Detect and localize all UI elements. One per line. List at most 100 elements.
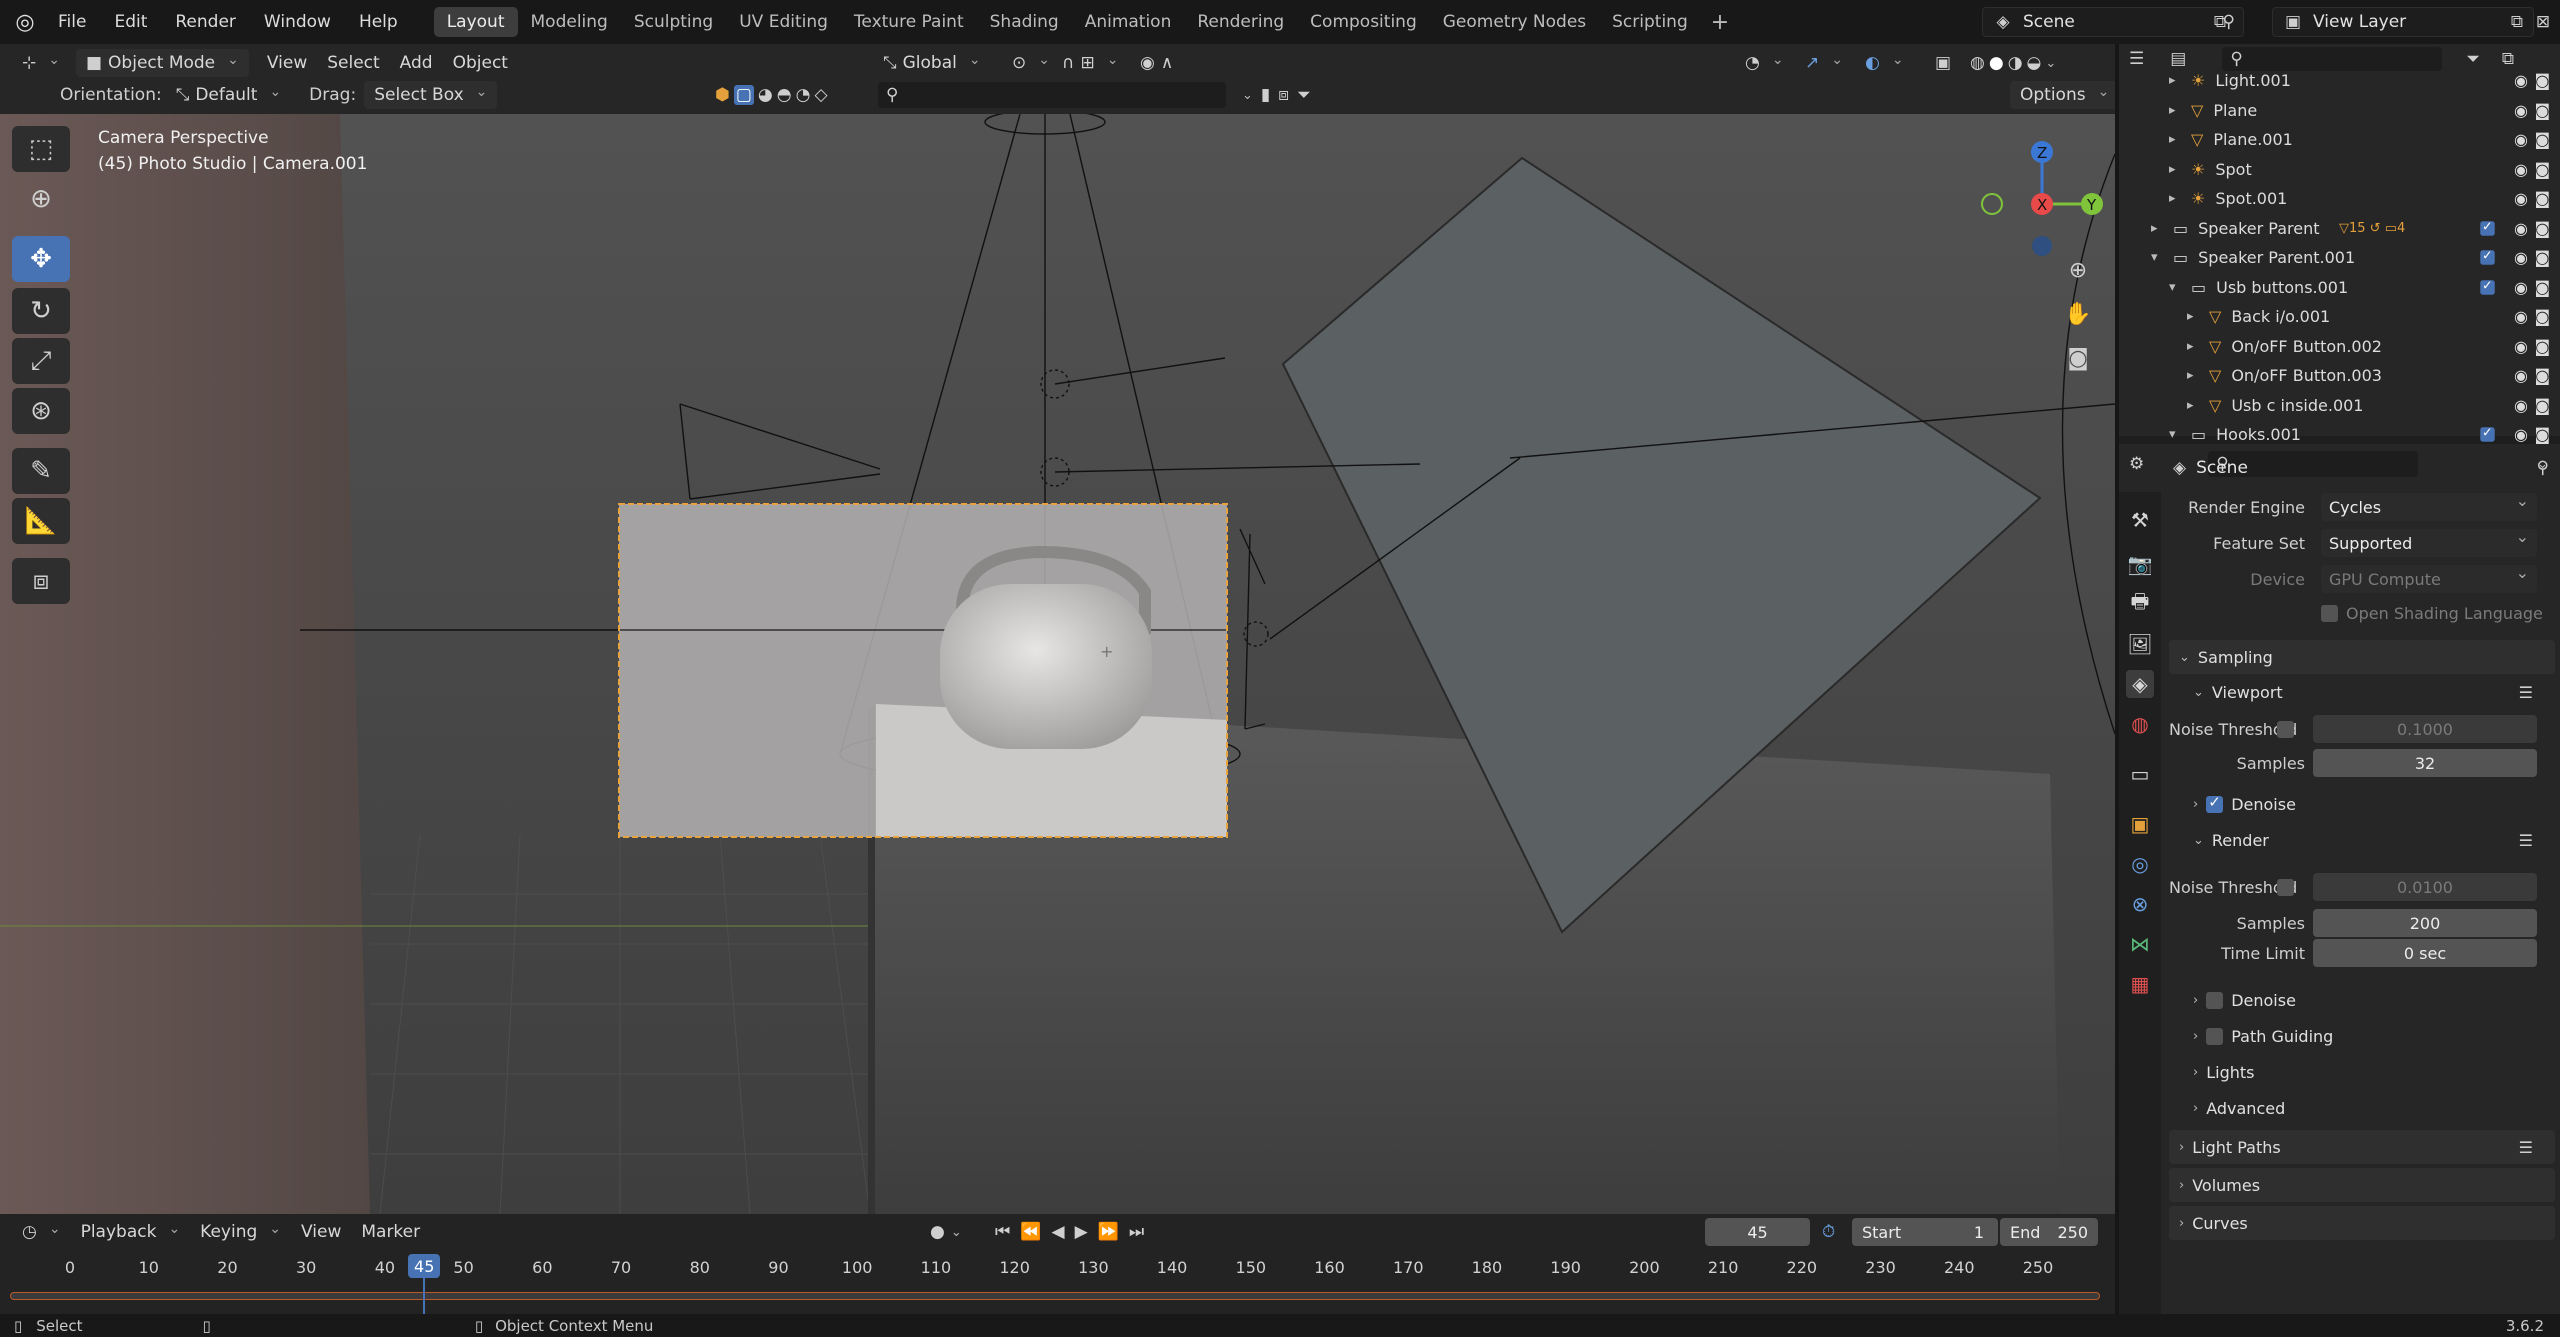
time-limit-field[interactable]: 0 sec bbox=[2313, 939, 2537, 967]
tab-compositing[interactable]: Compositing bbox=[1297, 7, 1430, 37]
tab-sculpting[interactable]: Sculpting bbox=[621, 7, 726, 37]
object-tab[interactable]: ▣ bbox=[2126, 810, 2154, 838]
tool-tab[interactable]: ⚒ bbox=[2126, 506, 2154, 534]
outliner-item[interactable]: ▸ ☀ Spot ◉ ◙ bbox=[2119, 155, 2560, 184]
pin-icon[interactable]: ⚲ bbox=[2537, 458, 2549, 478]
expand-arrow-icon[interactable]: ▾ bbox=[2151, 250, 2167, 265]
chevron-down-icon[interactable]: ⌄ bbox=[1242, 88, 1253, 103]
advanced-subpanel-header[interactable]: › Advanced bbox=[2169, 1092, 2555, 1124]
overlays-toggle[interactable]: ◐ bbox=[1855, 49, 1914, 77]
expand-arrow-icon[interactable]: ▸ bbox=[2169, 103, 2185, 118]
texture-tab[interactable]: ▦ bbox=[2126, 970, 2154, 998]
snap-button[interactable]: ∩ ⊞ bbox=[1052, 49, 1128, 77]
eye-icon[interactable]: ◉ bbox=[2514, 219, 2528, 238]
eye-icon[interactable]: ◉ bbox=[2514, 425, 2528, 444]
expand-arrow-icon[interactable]: ▾ bbox=[2169, 280, 2185, 295]
outliner-item[interactable]: ▸ ▽ Plane ◉ ◙ bbox=[2119, 96, 2560, 125]
osl-checkbox[interactable] bbox=[2321, 604, 2338, 622]
navigation-gizmo[interactable]: Z Y X bbox=[1970, 128, 2110, 268]
presets-list-icon[interactable]: ☰ bbox=[2519, 1138, 2533, 1157]
output-tab[interactable]: 🖶 bbox=[2126, 589, 2154, 618]
measure-tool[interactable]: 📐 bbox=[12, 498, 70, 544]
properties-editor-icon[interactable]: ⚙ bbox=[2129, 454, 2144, 474]
menu-edit[interactable]: Edit bbox=[100, 0, 161, 44]
transform-tool[interactable]: ⊛ bbox=[12, 388, 70, 434]
camera-render-icon[interactable]: ◙ bbox=[2534, 366, 2550, 385]
3d-viewport[interactable]: + ⬚ ⊕ ✥ ↻ ⤢ ⊛ ✎ 📐 ⧈ Camera Perspective (… bbox=[0, 114, 2115, 1214]
exclude-checkbox[interactable] bbox=[2480, 277, 2495, 295]
light-paths-panel-header[interactable]: › Light Paths ☰ bbox=[2169, 1130, 2555, 1164]
blender-logo-icon[interactable]: ◎ bbox=[6, 0, 44, 44]
lights-subpanel-header[interactable]: › Lights bbox=[2169, 1056, 2555, 1088]
volumes-panel-header[interactable]: › Volumes bbox=[2169, 1168, 2555, 1202]
eye-icon[interactable]: ◉ bbox=[2514, 189, 2528, 208]
camera-render-icon[interactable]: ◙ bbox=[2534, 337, 2550, 356]
expand-arrow-icon[interactable]: ▾ bbox=[2169, 427, 2185, 442]
gizmo-toggle[interactable]: ↗ bbox=[1795, 49, 1853, 77]
collection-filter-icon[interactable]: ⧈ bbox=[1278, 85, 1289, 105]
expand-arrow-icon[interactable]: ▸ bbox=[2169, 191, 2185, 206]
scene-tab[interactable]: ◈ bbox=[2126, 670, 2154, 698]
wireframe-shading-icon[interactable]: ◍ bbox=[1970, 53, 1985, 73]
filter-icon[interactable]: ⏷ bbox=[1297, 85, 1311, 105]
expand-arrow-icon[interactable]: ▸ bbox=[2151, 221, 2167, 236]
view-layer-tab[interactable]: 🖼 bbox=[2126, 630, 2154, 658]
expand-arrow-icon[interactable]: ▸ bbox=[2169, 132, 2185, 147]
menu-window[interactable]: Window bbox=[250, 0, 345, 44]
sampling-panel-header[interactable]: ⌄ Sampling bbox=[2169, 640, 2555, 674]
drag-dropdown[interactable]: Select Box bbox=[364, 81, 498, 109]
eye-icon[interactable]: ◉ bbox=[2514, 71, 2528, 90]
expand-arrow-icon[interactable]: ▸ bbox=[2187, 339, 2203, 354]
camera-render-icon[interactable]: ◙ bbox=[2534, 248, 2550, 267]
tab-texture-paint[interactable]: Texture Paint bbox=[841, 7, 977, 37]
outliner-item[interactable]: ▸ ▽ Plane.001 ◉ ◙ bbox=[2119, 125, 2560, 154]
scene-selector[interactable]: ◈ Scene ⚲ bbox=[1982, 7, 2244, 37]
physics-tab[interactable]: ◎ bbox=[2126, 850, 2154, 878]
camera-render-icon[interactable]: ◙ bbox=[2534, 219, 2550, 238]
remove-view-layer-icon[interactable]: ⊠ bbox=[2530, 10, 2556, 34]
expand-arrow-icon[interactable]: ▸ bbox=[2187, 368, 2203, 383]
xray-toggle[interactable]: ▣ bbox=[1925, 49, 1961, 77]
scale-tool[interactable]: ⤢ bbox=[12, 338, 70, 384]
transform-orientation[interactable]: ⤡ Global bbox=[873, 49, 991, 77]
viewport-noise-checkbox[interactable] bbox=[2277, 720, 2294, 738]
solid-shading-icon[interactable]: ● bbox=[1989, 53, 2004, 73]
annotate-tool[interactable]: ✎ bbox=[12, 448, 70, 494]
filter-buttons[interactable]: ⌄ ▮ ⧈ ⏷ bbox=[1232, 81, 1321, 109]
tab-modeling[interactable]: Modeling bbox=[518, 7, 621, 37]
viewport-search-input[interactable]: ⚲ bbox=[878, 82, 1226, 108]
orientation-dropdown[interactable]: ⤡ Default bbox=[166, 81, 291, 109]
outliner-item[interactable]: ▾ ▭ Speaker Parent.001 ◉ ◙ bbox=[2119, 243, 2560, 272]
eye-icon[interactable]: ◉ bbox=[2514, 130, 2528, 149]
tab-animation[interactable]: Animation bbox=[1072, 7, 1185, 37]
curves-panel-header[interactable]: › Curves bbox=[2169, 1206, 2555, 1240]
rendered-shading-icon[interactable]: ◒ bbox=[2027, 53, 2042, 73]
render-subpanel-header[interactable]: ⌄ Render ☰ bbox=[2169, 824, 2555, 856]
menu-render[interactable]: Render bbox=[161, 0, 250, 44]
viewport-denoise-header[interactable]: › Denoise bbox=[2169, 788, 2555, 820]
world-tab[interactable]: ◍ bbox=[2126, 710, 2154, 738]
eye-icon[interactable]: ◉ bbox=[2514, 396, 2528, 415]
camera-render-icon[interactable]: ◙ bbox=[2534, 130, 2550, 149]
outliner-item[interactable]: ▸ ▽ On/oFF Button.002 ◉ ◙ bbox=[2119, 332, 2560, 361]
data-tab[interactable]: ⋈ bbox=[2126, 930, 2154, 958]
render-engine-dropdown[interactable]: Cycles bbox=[2321, 491, 2537, 521]
select-subtract-icon[interactable]: ◓ bbox=[777, 85, 792, 105]
render-samples-field[interactable]: 200 bbox=[2313, 909, 2537, 937]
select-intersect-icon[interactable]: ◇ bbox=[814, 85, 827, 105]
exclude-checkbox[interactable] bbox=[2480, 425, 2495, 442]
material-shading-icon[interactable]: ◑ bbox=[2008, 53, 2023, 73]
exclude-checkbox[interactable] bbox=[2480, 218, 2495, 236]
add-cube-tool[interactable]: ⧈ bbox=[12, 558, 70, 604]
render-noise-checkbox[interactable] bbox=[2277, 878, 2294, 896]
expand-arrow-icon[interactable]: ▸ bbox=[2187, 309, 2203, 324]
select-new-icon[interactable]: ▢ bbox=[733, 85, 754, 105]
tab-geometry-nodes[interactable]: Geometry Nodes bbox=[1430, 7, 1599, 37]
viewport-denoise-checkbox[interactable] bbox=[2206, 793, 2224, 813]
path-guiding-header[interactable]: › Path Guiding bbox=[2169, 1020, 2555, 1052]
menu-file[interactable]: File bbox=[44, 0, 100, 44]
camera-render-icon[interactable]: ◙ bbox=[2534, 307, 2550, 326]
camera-view-button[interactable]: ◙ bbox=[2058, 338, 2098, 378]
render-noise-field[interactable]: 0.0100 bbox=[2313, 873, 2537, 901]
new-view-layer-icon[interactable]: ⧉ bbox=[2511, 12, 2523, 32]
